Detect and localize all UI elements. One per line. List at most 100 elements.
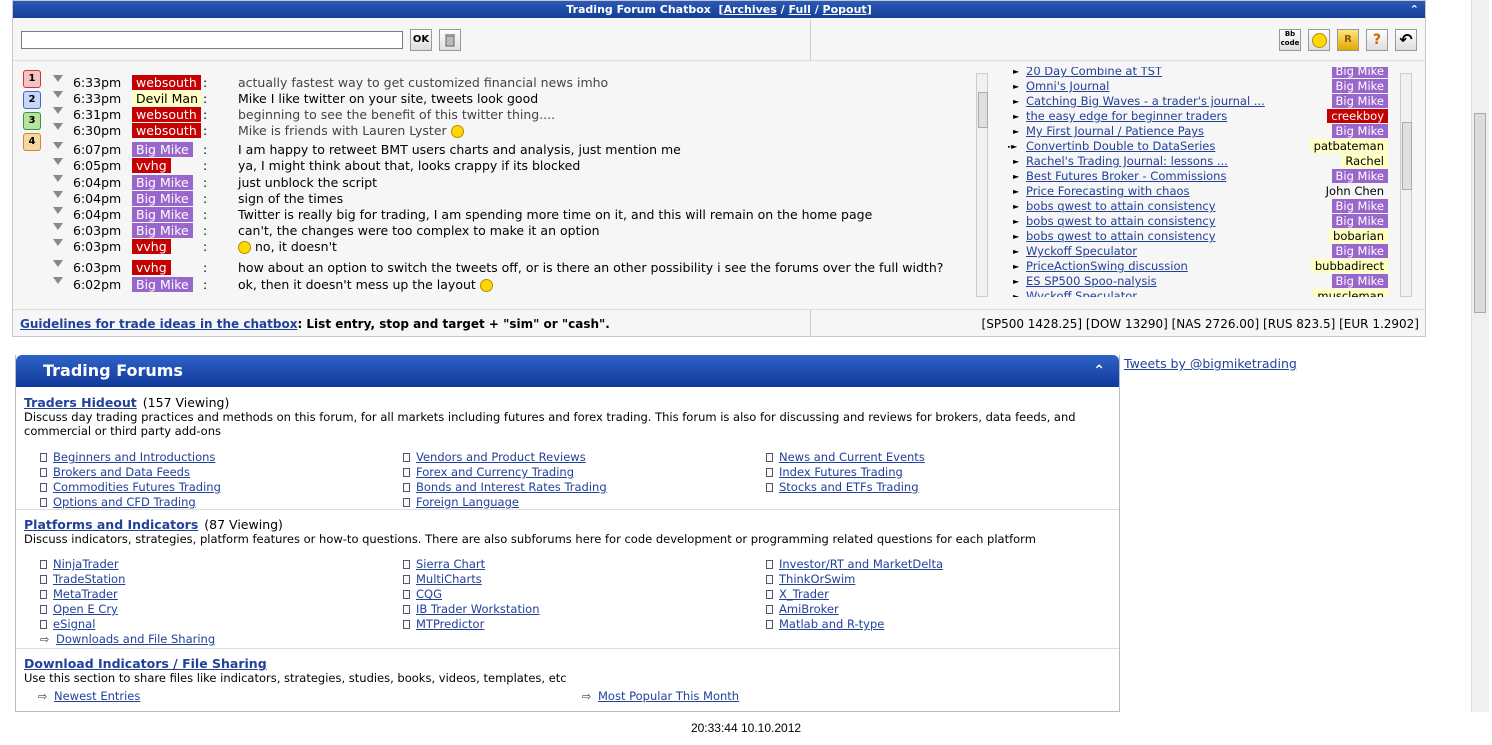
subforum-link[interactable]: Forex and Currency Trading xyxy=(416,465,574,479)
thread-user[interactable]: Big Mike xyxy=(1331,67,1388,78)
thread-title[interactable]: Omni's Journal xyxy=(1026,79,1109,94)
subforum-item[interactable]: MultiCharts xyxy=(403,572,482,587)
subforum-item[interactable]: News and Current Events xyxy=(766,450,925,465)
thread-user[interactable]: Rachel xyxy=(1341,154,1388,168)
message-user[interactable]: Big Mike xyxy=(132,191,193,206)
subforum-link[interactable]: AmiBroker xyxy=(779,602,839,616)
subforum-link[interactable]: Bonds and Interest Rates Trading xyxy=(416,480,607,494)
subforum-item[interactable]: Vendors and Product Reviews xyxy=(403,450,586,465)
subforum-link[interactable]: CQG xyxy=(416,587,442,601)
window-scrollbar[interactable] xyxy=(1471,0,1489,712)
message-user[interactable]: websouth xyxy=(132,107,201,122)
thread-user[interactable]: Big Mike xyxy=(1331,169,1388,183)
thread-title[interactable]: Rachel's Trading Journal: lessons ... xyxy=(1026,154,1228,169)
message-user[interactable]: vvhg xyxy=(132,158,171,173)
thread-user[interactable]: muscleman xyxy=(1313,289,1388,297)
subforum-link[interactable]: MultiCharts xyxy=(416,572,482,586)
subforum-item[interactable]: ⇨ Downloads and File Sharing xyxy=(40,632,215,647)
subforum-link[interactable]: Beginners and Introductions xyxy=(53,450,215,464)
expand-triangle-icon[interactable] xyxy=(53,107,63,114)
thread-user[interactable]: bobarian xyxy=(1329,229,1388,243)
subforum-item[interactable]: Index Futures Trading xyxy=(766,465,903,480)
expand-triangle-icon[interactable] xyxy=(53,142,63,149)
thread-title[interactable]: Catching Big Waves - a trader's journal … xyxy=(1026,94,1265,109)
subforum-item[interactable]: CQG xyxy=(403,587,442,602)
thread-title[interactable]: Price Forecasting with chaos xyxy=(1026,184,1190,199)
chat-input[interactable] xyxy=(21,31,403,49)
thread-user[interactable]: Big Mike xyxy=(1331,274,1388,288)
help-button[interactable]: ? xyxy=(1366,29,1388,51)
guidelines-link[interactable]: Guidelines for trade ideas in the chatbo… xyxy=(20,317,297,331)
thread-title[interactable]: Wyckoff Speculator xyxy=(1026,289,1137,297)
thread-title[interactable]: the easy edge for beginner traders xyxy=(1026,109,1227,124)
tweets-link[interactable]: Tweets by @bigmiketrading xyxy=(1124,356,1297,371)
trash-icon[interactable] xyxy=(439,29,461,51)
expand-triangle-icon[interactable] xyxy=(53,277,63,284)
subforum-item[interactable]: Foreign Language xyxy=(403,495,519,510)
subforum-link[interactable]: ThinkOrSwim xyxy=(779,572,855,586)
downloads-link[interactable]: Downloads and File Sharing xyxy=(56,632,215,646)
subforum-link[interactable]: Options and CFD Trading xyxy=(53,495,196,509)
subforum-item[interactable]: Investor/RT and MarketDelta xyxy=(766,557,943,572)
subforum-item[interactable]: ThinkOrSwim xyxy=(766,572,855,587)
thread-title[interactable]: Best Futures Broker - Commissions xyxy=(1026,169,1226,184)
subforum-link[interactable]: Brokers and Data Feeds xyxy=(53,465,190,479)
thread-title[interactable]: PriceActionSwing discussion xyxy=(1026,259,1188,274)
subforum-link[interactable]: Foreign Language xyxy=(416,495,519,509)
subforum-link[interactable]: Sierra Chart xyxy=(416,557,485,571)
threads-scrollbar[interactable] xyxy=(1400,73,1412,297)
subforum-item[interactable]: Beginners and Introductions xyxy=(40,450,215,465)
subforum-link[interactable]: News and Current Events xyxy=(779,450,925,464)
message-user[interactable]: Devil Man xyxy=(132,91,202,106)
subforum-item[interactable]: Stocks and ETFs Trading xyxy=(766,480,919,495)
subforum-item[interactable]: X_Trader xyxy=(766,587,829,602)
subforum-item[interactable]: MTPredictor xyxy=(403,617,484,632)
message-user[interactable]: Big Mike xyxy=(132,175,193,190)
full-link[interactable]: Full xyxy=(789,3,811,16)
expand-triangle-icon[interactable] xyxy=(53,91,63,98)
subforum-item[interactable]: AmiBroker xyxy=(766,602,839,617)
subforum-link[interactable]: Investor/RT and MarketDelta xyxy=(779,557,943,571)
subforum-link[interactable]: Open E Cry xyxy=(53,602,118,616)
popout-link[interactable]: Popout xyxy=(823,3,867,16)
subforum-link[interactable]: Vendors and Product Reviews xyxy=(416,450,586,464)
ok-button[interactable]: OK xyxy=(410,29,432,51)
thread-title[interactable]: Wyckoff Speculator xyxy=(1026,244,1137,259)
subforum-link[interactable]: Stocks and ETFs Trading xyxy=(779,480,919,494)
subforum-item[interactable]: Sierra Chart xyxy=(403,557,485,572)
message-user[interactable]: websouth xyxy=(132,75,201,90)
subforum-item[interactable]: TradeStation xyxy=(40,572,125,587)
subforum-link[interactable]: NinjaTrader xyxy=(53,557,119,571)
r-button[interactable]: R xyxy=(1337,29,1359,51)
thread-user[interactable]: Big Mike xyxy=(1331,199,1388,213)
smiley-icon[interactable] xyxy=(1308,29,1330,51)
thread-title[interactable]: Convertinb Double to DataSeries xyxy=(1026,139,1215,154)
thread-user[interactable]: patbateman xyxy=(1309,139,1388,153)
thread-title[interactable]: bobs qwest to attain consistency xyxy=(1026,229,1216,244)
message-user[interactable]: Big Mike xyxy=(132,207,193,222)
message-user[interactable]: Big Mike xyxy=(132,223,193,238)
message-user[interactable]: vvhg xyxy=(132,239,171,254)
message-user[interactable]: vvhg xyxy=(132,260,171,275)
subforum-item[interactable]: Matlab and R-type xyxy=(766,617,884,632)
thread-user[interactable]: Big Mike xyxy=(1331,214,1388,228)
subforum-link[interactable]: Matlab and R-type xyxy=(779,617,884,631)
subforum-item[interactable]: eSignal xyxy=(40,617,95,632)
subforum-link[interactable]: Commodities Futures Trading xyxy=(53,480,221,494)
subforum-link[interactable]: TradeStation xyxy=(53,572,125,586)
section-link-item[interactable]: ⇨ Most Popular This Month xyxy=(582,689,739,704)
forum-link[interactable]: Traders Hideout xyxy=(24,395,137,410)
subforum-item[interactable]: MetaTrader xyxy=(40,587,118,602)
expand-triangle-icon[interactable] xyxy=(53,191,63,198)
window-scroll-thumb[interactable] xyxy=(1474,113,1486,313)
thread-user[interactable]: bubbadirect xyxy=(1310,259,1388,273)
forum-link[interactable]: Platforms and Indicators xyxy=(24,517,198,532)
thread-user[interactable]: Big Mike xyxy=(1331,124,1388,138)
expand-triangle-icon[interactable] xyxy=(53,123,63,130)
subforum-item[interactable]: Open E Cry xyxy=(40,602,118,617)
subforum-item[interactable]: Commodities Futures Trading xyxy=(40,480,221,495)
thread-user[interactable]: Big Mike xyxy=(1331,94,1388,108)
archives-link[interactable]: Archives xyxy=(724,3,777,16)
back-arrow-icon[interactable]: ↶ xyxy=(1395,29,1417,51)
section-link[interactable]: Most Popular This Month xyxy=(598,689,739,703)
